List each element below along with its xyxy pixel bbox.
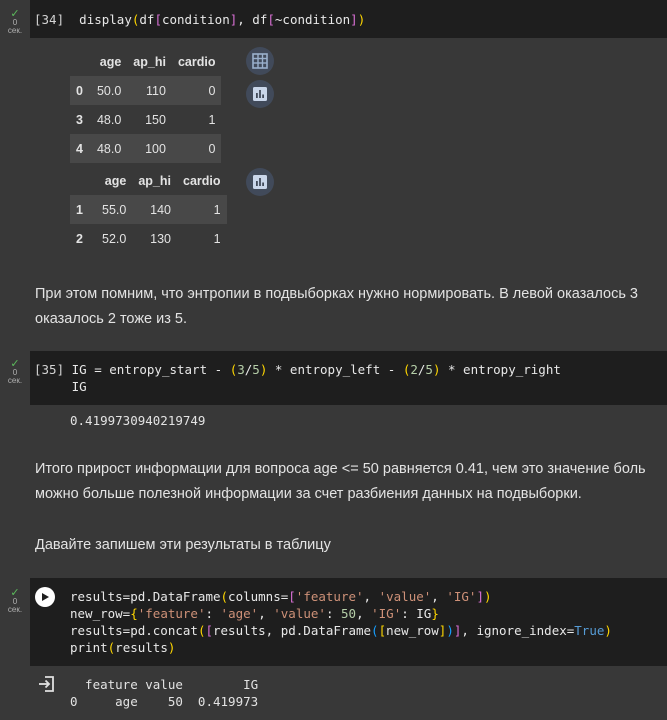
code-line: print(results)	[70, 640, 176, 655]
column-header: age	[104, 173, 127, 188]
exec-count: [34]	[34, 12, 65, 27]
markdown-text: Давайте запишем эти результаты в таблицу	[35, 537, 331, 553]
bar-chart-icon	[253, 87, 267, 101]
cell-cardio: 0	[208, 141, 216, 156]
row-index: 4	[76, 141, 83, 156]
code-line: results=pd.DataFrame(columns=['feature',…	[70, 589, 492, 604]
code-line: IG	[71, 379, 87, 394]
cell-cardio: 1	[208, 112, 216, 127]
index-header	[70, 166, 96, 195]
cell-age: 52.0	[102, 231, 127, 246]
cell-output: 0.4199730940219749	[70, 413, 206, 428]
markdown-text: Итого прирост информации для вопроса age…	[35, 461, 646, 477]
code-cell-34-content[interactable]: [34] display(df[condition], df[~conditio…	[34, 11, 365, 28]
code-cell-35-content[interactable]: [35] IG = entropy_start - (3/5) * entrop…	[34, 361, 561, 395]
cell-cardio: 0	[208, 83, 216, 98]
cell-ap-hi: 140	[150, 202, 171, 217]
cell-output: feature value IG 0 age 50 0.419973	[70, 676, 258, 710]
exec-count: [35]	[34, 362, 65, 377]
code-line: new_row={'feature': 'age', 'value': 50, …	[70, 606, 439, 621]
suggest-charts-button[interactable]	[246, 80, 274, 108]
column-header: cardio	[183, 173, 221, 188]
cell-ap-hi: 100	[145, 141, 166, 156]
row-index: 2	[76, 231, 83, 246]
table-row: 3 48.0 150 1	[70, 105, 221, 134]
column-header: age	[99, 54, 122, 69]
dataframe-2: age ap_hi cardio 1 55.0 140 1 2 52.0 130…	[70, 166, 227, 253]
play-icon	[42, 593, 49, 601]
cell-ap-hi: 110	[146, 83, 166, 98]
row-index: 0	[76, 83, 83, 98]
table-row: 2 52.0 130 1	[70, 224, 227, 253]
cell-ap-hi: 150	[145, 112, 166, 127]
markdown-text: можно больше полезной информации за счет…	[35, 486, 582, 502]
code-line: results=pd.concat([results, pd.DataFrame…	[70, 623, 612, 638]
dataframe-1: age ap_hi cardio 0 50.0 110 0 3 48.0 150…	[70, 47, 222, 163]
row-index: 1	[76, 202, 83, 217]
exec-time-unit: сек.	[7, 376, 23, 385]
cell-age: 50.0	[96, 83, 122, 98]
code-cell-36-content[interactable]: results=pd.DataFrame(columns=['feature',…	[70, 588, 612, 656]
code-line: IG = entropy_start - (3/5) * entropy_lef…	[71, 362, 561, 377]
exec-time-unit: сек.	[7, 26, 23, 35]
output-redirect-icon[interactable]	[38, 675, 56, 693]
run-cell-button[interactable]	[35, 587, 55, 607]
code-line: display(df[condition], df[~condition])	[79, 12, 366, 27]
suggest-charts-button[interactable]	[246, 168, 274, 196]
cell-age: 48.0	[96, 141, 122, 156]
cell-age: 48.0	[96, 112, 122, 127]
column-header: ap_hi	[138, 173, 171, 188]
table-row: 4 48.0 100 0	[70, 134, 222, 163]
exec-time-unit: сек.	[7, 605, 23, 614]
cell-36-status: ✓ 0 сек.	[0, 588, 30, 614]
output-row: 0 age 50 0.419973	[70, 694, 259, 709]
cell-cardio: 1	[213, 202, 221, 217]
markdown-text: оказалось 2 тоже из 5.	[35, 311, 187, 327]
table-row: 1 55.0 140 1	[70, 195, 227, 224]
cell-34-status: ✓ 0 сек.	[0, 9, 30, 35]
row-index: 3	[76, 112, 83, 127]
cell-cardio: 1	[213, 231, 221, 246]
markdown-text: При этом помним, что энтропии в подвыбор…	[35, 286, 638, 302]
table-row: 0 50.0 110 0	[70, 76, 222, 105]
index-header	[70, 47, 91, 76]
cell-35-status: ✓ 0 сек.	[0, 359, 30, 385]
column-header: ap_hi	[133, 54, 166, 69]
table-view-button[interactable]	[246, 47, 274, 75]
column-header: cardio	[177, 54, 216, 69]
cell-age: 55.0	[102, 202, 127, 217]
output-header: feature value IG	[70, 677, 259, 692]
cell-ap-hi: 130	[150, 231, 171, 246]
bar-chart-icon	[253, 175, 267, 189]
table-icon	[252, 53, 268, 69]
